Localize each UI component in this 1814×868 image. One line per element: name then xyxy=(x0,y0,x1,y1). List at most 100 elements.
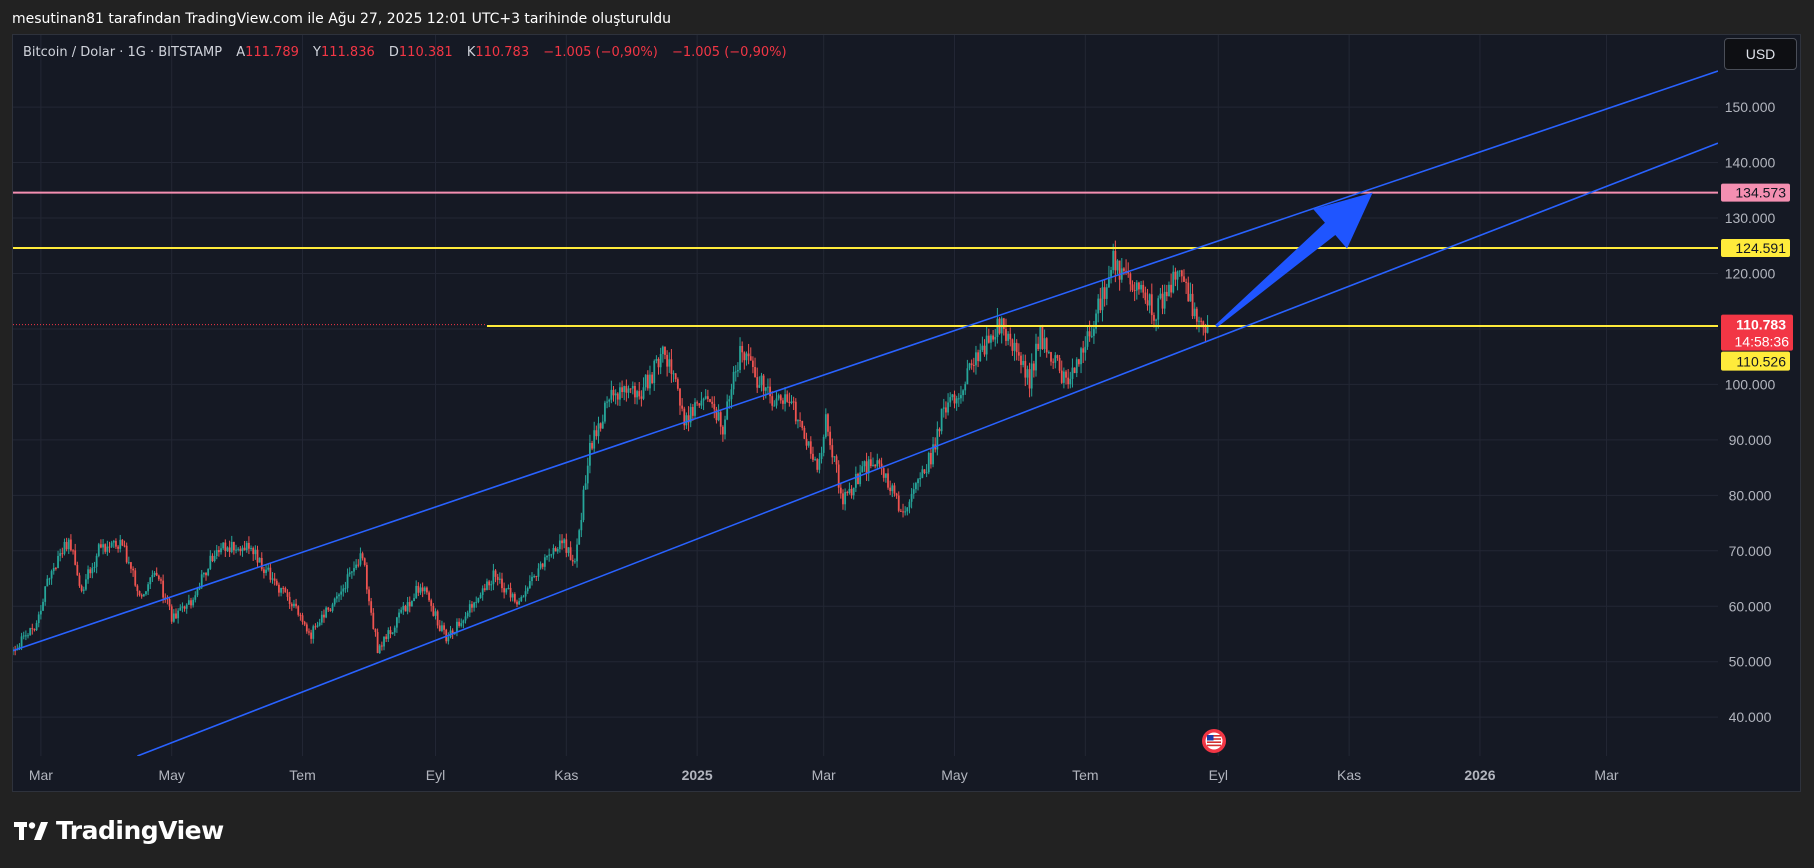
candle-body xyxy=(365,564,368,590)
candle-body xyxy=(102,544,104,548)
candle-body xyxy=(149,577,152,585)
candle-body xyxy=(1105,287,1108,299)
candle-body xyxy=(1047,352,1050,354)
candle-body xyxy=(649,374,651,389)
y-tick-label: 140.000 xyxy=(1725,155,1776,171)
candle-body xyxy=(241,547,244,552)
candle-body xyxy=(250,547,252,549)
candle-body xyxy=(754,366,756,378)
candle-body xyxy=(1065,371,1067,378)
y-tick-label: 90.000 xyxy=(1729,432,1772,448)
candle-body xyxy=(333,598,336,605)
candle-body xyxy=(220,548,222,553)
candle-body xyxy=(820,452,823,459)
candle-body xyxy=(295,603,297,607)
candle-body xyxy=(981,345,984,350)
candle-body xyxy=(456,621,458,633)
candle-body xyxy=(582,489,585,520)
candle-body xyxy=(1150,294,1153,316)
level-tag-110526: 110.526 xyxy=(1721,351,1790,371)
candle-body xyxy=(127,562,130,564)
candle-body xyxy=(985,335,988,355)
candle-body xyxy=(1017,352,1020,356)
x-tick-label: Eyl xyxy=(426,767,445,783)
candle-body xyxy=(1035,343,1037,371)
tradingview-logo-icon xyxy=(14,821,48,840)
candle-body xyxy=(1075,359,1078,374)
candle-body xyxy=(556,549,559,552)
candle-body xyxy=(263,569,265,573)
candle-body xyxy=(1071,367,1074,379)
candle-body xyxy=(595,430,598,437)
candle-body xyxy=(535,576,538,578)
candle-body xyxy=(1200,320,1203,322)
candle-body xyxy=(87,569,89,580)
candle-body xyxy=(874,464,877,467)
low-value: 110.381 xyxy=(398,45,453,60)
candle-body xyxy=(561,540,563,544)
last-price-tag: 110.78314:58:36 xyxy=(1721,314,1793,351)
candle-body xyxy=(39,610,42,615)
high-value: 111.836 xyxy=(320,45,375,60)
candle-body xyxy=(260,557,263,570)
candle-body xyxy=(863,461,866,467)
candle-body xyxy=(52,567,55,572)
candle-body xyxy=(775,398,778,406)
economic-event-flag-icon xyxy=(1202,729,1227,753)
candle-body xyxy=(432,605,435,616)
currency-button[interactable]: USD xyxy=(1724,38,1797,70)
candle-body xyxy=(777,395,780,399)
candle-body xyxy=(518,601,521,605)
candle-body xyxy=(732,371,735,390)
candle-body xyxy=(1086,331,1089,347)
candle-body xyxy=(807,441,810,446)
candlestick-chart[interactable]: 40.000 50.000 60.000 70.000 80.000 90.000 100.… xyxy=(0,0,1814,868)
candle-body xyxy=(434,611,437,616)
candle-body xyxy=(267,567,270,570)
candle-body xyxy=(346,574,349,589)
candle-body xyxy=(20,636,23,647)
candle-body xyxy=(151,574,154,578)
candle-body xyxy=(344,588,347,590)
candle-body xyxy=(541,563,544,567)
candle-body xyxy=(992,335,995,340)
candle-body xyxy=(957,398,960,400)
candle-body xyxy=(782,400,784,404)
candle-body xyxy=(537,568,540,577)
candle-body xyxy=(910,493,913,502)
candle-body xyxy=(1163,291,1166,309)
candle-body xyxy=(882,468,885,478)
candle-body xyxy=(1077,359,1080,365)
candle-body xyxy=(490,584,493,586)
candle-body xyxy=(145,591,147,595)
symbol-name[interactable]: Bitcoin / Dolar · 1G · BITSTAMP xyxy=(23,45,222,60)
candle-body xyxy=(404,605,407,612)
candle-body xyxy=(657,358,660,368)
candle-body xyxy=(423,587,426,592)
candle-body xyxy=(417,585,420,593)
candle-body xyxy=(945,407,947,413)
candle-body xyxy=(293,603,295,607)
candle-body xyxy=(327,607,330,610)
candle-body xyxy=(889,487,892,492)
level-tag-134573: 134.573 xyxy=(1721,183,1790,202)
candle-body xyxy=(938,428,941,432)
candle-body xyxy=(312,626,315,639)
tradingview-logo[interactable]: TradingView xyxy=(14,816,224,845)
candle-body xyxy=(338,594,340,597)
candle-body xyxy=(119,539,122,549)
candle-body xyxy=(368,589,370,602)
candle-body xyxy=(475,601,478,603)
candle-body xyxy=(1135,282,1138,291)
candle-body xyxy=(213,555,216,562)
trend-channel xyxy=(13,70,1718,756)
candle-body xyxy=(428,592,430,601)
candle-body xyxy=(342,588,345,592)
candle-body xyxy=(65,541,68,550)
candle-body xyxy=(638,391,641,397)
candle-body xyxy=(1144,292,1147,301)
candle-body xyxy=(644,374,647,388)
low-label: D xyxy=(388,45,399,60)
candle-body xyxy=(441,625,443,631)
candle-body xyxy=(679,388,681,406)
